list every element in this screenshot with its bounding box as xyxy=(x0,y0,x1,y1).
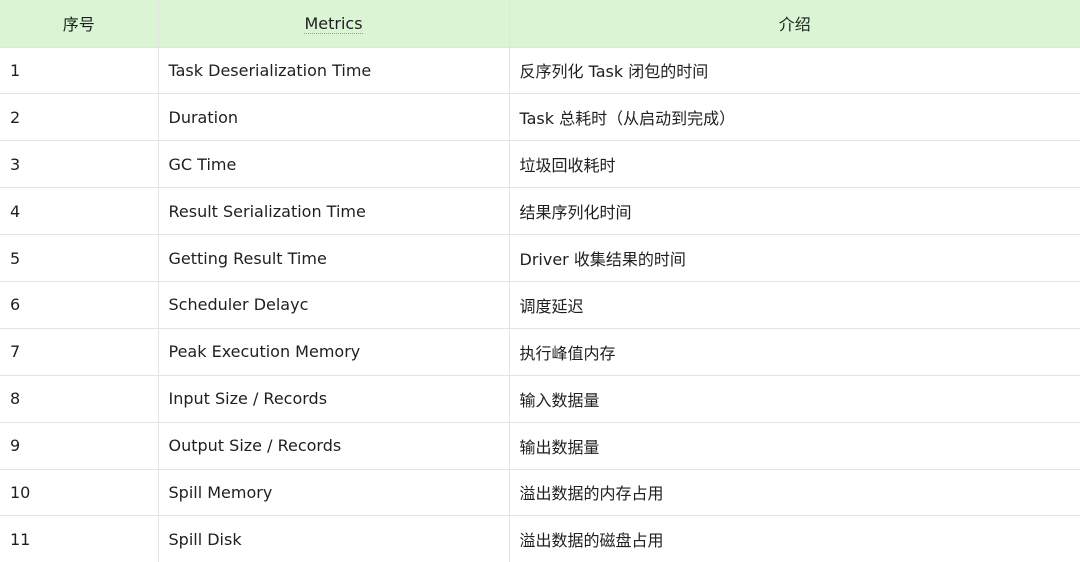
row-metric: Spill Disk xyxy=(158,515,510,562)
row-description: 调度延迟 xyxy=(509,281,1080,329)
row-metric: Duration xyxy=(158,93,510,142)
table-row: 1 Task Deserialization Time 反序列化 Task 闭包… xyxy=(0,47,1080,95)
row-index: 4 xyxy=(0,187,159,236)
row-index: 2 xyxy=(0,93,159,142)
row-index: 9 xyxy=(0,422,159,470)
row-metric: Input Size / Records xyxy=(158,375,510,423)
row-metric: Getting Result Time xyxy=(158,234,510,282)
table-row: 9 Output Size / Records 输出数据量 xyxy=(0,422,1080,470)
row-index: 11 xyxy=(0,515,159,562)
row-index: 3 xyxy=(0,140,159,189)
row-description: 溢出数据的磁盘占用 xyxy=(509,515,1080,562)
row-description: Driver 收集结果的时间 xyxy=(509,234,1080,282)
row-description: 垃圾回收耗时 xyxy=(509,140,1080,189)
row-metric: Scheduler Delayc xyxy=(158,281,510,329)
row-metric: Spill Memory xyxy=(158,469,510,517)
row-index: 6 xyxy=(0,281,159,329)
table-row: 6 Scheduler Delayc 调度延迟 xyxy=(0,281,1080,329)
row-description: 溢出数据的内存占用 xyxy=(509,469,1080,517)
header-metrics-label: Metrics xyxy=(304,13,363,34)
header-metrics: Metrics xyxy=(158,0,510,48)
row-description: 结果序列化时间 xyxy=(509,187,1080,236)
row-index: 10 xyxy=(0,469,159,517)
row-description: Task 总耗时（从启动到完成） xyxy=(509,93,1080,142)
row-metric: Peak Execution Memory xyxy=(158,328,510,376)
row-description: 输入数据量 xyxy=(509,375,1080,423)
row-metric: Output Size / Records xyxy=(158,422,510,470)
row-metric: Task Deserialization Time xyxy=(158,47,510,95)
row-index: 8 xyxy=(0,375,159,423)
table-header: 序号 Metrics 介绍 xyxy=(0,0,1080,48)
row-metric: GC Time xyxy=(158,140,510,189)
row-description: 反序列化 Task 闭包的时间 xyxy=(509,47,1080,95)
row-index: 5 xyxy=(0,234,159,282)
header-row: 序号 Metrics 介绍 xyxy=(0,0,1080,48)
table-row: 2 Duration Task 总耗时（从启动到完成） xyxy=(0,93,1080,142)
row-description: 输出数据量 xyxy=(509,422,1080,470)
row-index: 1 xyxy=(0,47,159,95)
row-description: 执行峰值内存 xyxy=(509,328,1080,376)
row-index: 7 xyxy=(0,328,159,376)
table-row: 3 GC Time 垃圾回收耗时 xyxy=(0,140,1080,189)
header-description: 介绍 xyxy=(509,0,1080,48)
header-index: 序号 xyxy=(0,0,159,48)
table-row: 7 Peak Execution Memory 执行峰值内存 xyxy=(0,328,1080,376)
table-row: 5 Getting Result Time Driver 收集结果的时间 xyxy=(0,234,1080,282)
table-body: 1 Task Deserialization Time 反序列化 Task 闭包… xyxy=(0,47,1080,562)
metrics-table: 序号 Metrics 介绍 1 Task Deserialization Tim… xyxy=(0,0,1080,562)
table-row: 8 Input Size / Records 输入数据量 xyxy=(0,375,1080,423)
table-row: 4 Result Serialization Time 结果序列化时间 xyxy=(0,187,1080,236)
table-row: 11 Spill Disk 溢出数据的磁盘占用 xyxy=(0,515,1080,562)
row-metric: Result Serialization Time xyxy=(158,187,510,236)
table-row: 10 Spill Memory 溢出数据的内存占用 xyxy=(0,469,1080,517)
